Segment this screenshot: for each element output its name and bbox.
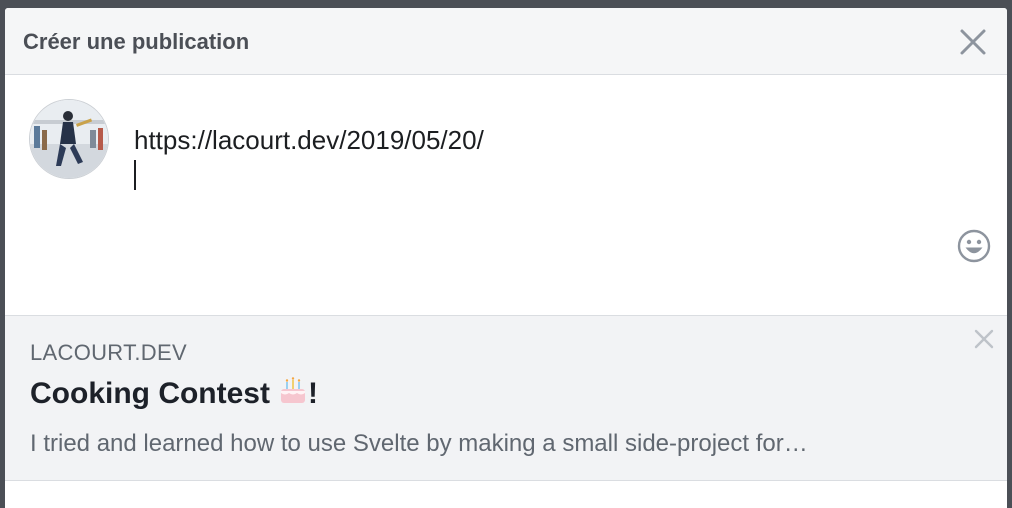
close-icon — [974, 329, 994, 349]
dialog-header: Créer une publication — [5, 8, 1007, 75]
emoji-button[interactable] — [957, 229, 991, 263]
avatar — [29, 99, 109, 179]
emoji-icon — [957, 229, 991, 263]
text-caret — [134, 160, 136, 190]
close-button[interactable] — [959, 28, 987, 56]
post-text-input[interactable]: https://lacourt.dev/2019/05/20/ — [134, 125, 484, 156]
preview-title-text: Cooking Contest — [30, 377, 270, 410]
close-icon — [960, 29, 986, 55]
preview-title-suffix: ! — [308, 377, 318, 410]
link-preview[interactable]: LACOURT.DEV Cooking Contest ! I tried an… — [5, 315, 1007, 481]
birthday-cake-icon — [278, 376, 308, 414]
preview-title[interactable]: Cooking Contest ! — [30, 376, 318, 414]
post-composer[interactable]: https://lacourt.dev/2019/05/20/ — [5, 75, 1007, 315]
preview-description: I tried and learned how to use Svelte by… — [30, 430, 808, 457]
dialog-title: Créer une publication — [23, 29, 250, 54]
create-post-dialog: Créer une publication https://lacourt.de… — [5, 8, 1007, 508]
preview-domain: LACOURT.DEV — [30, 340, 187, 365]
remove-preview-button[interactable] — [973, 328, 995, 350]
